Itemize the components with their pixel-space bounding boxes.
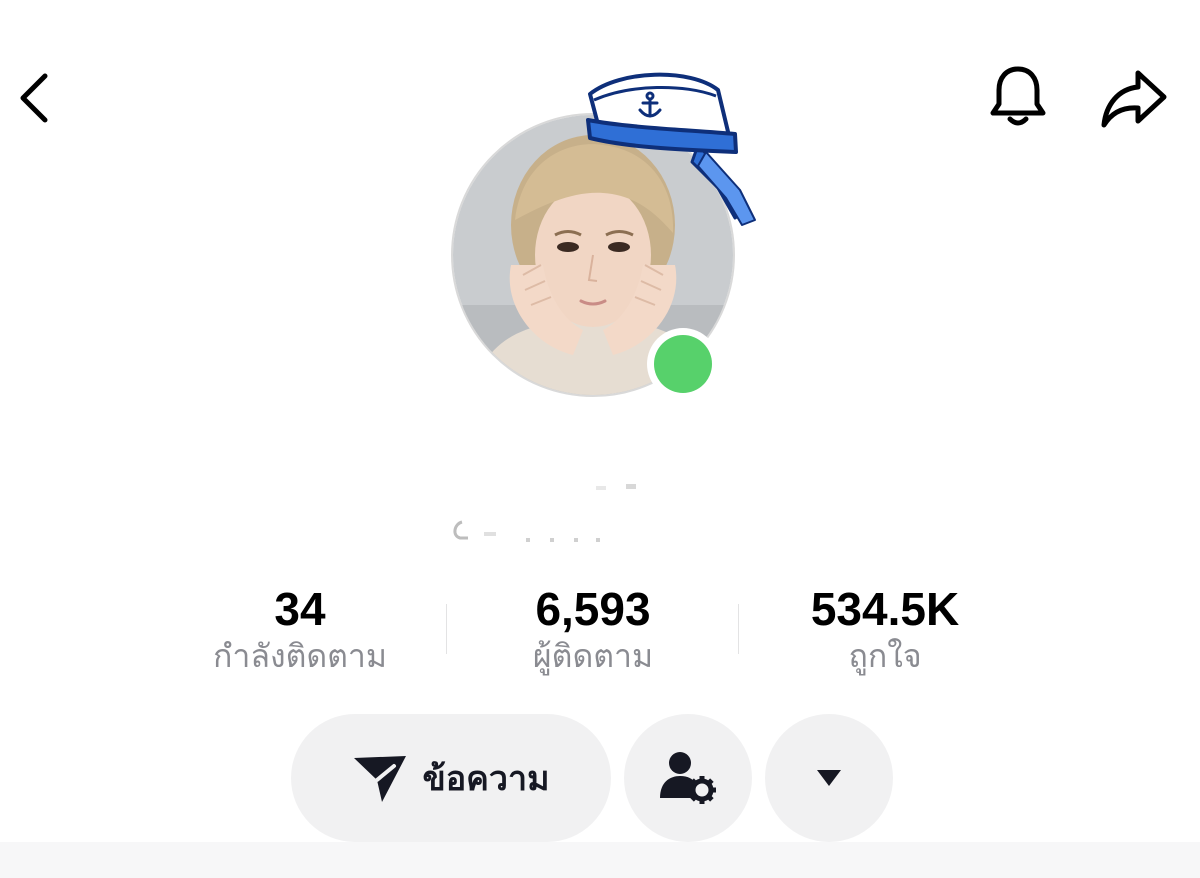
- stat-divider: [738, 604, 739, 654]
- online-status-dot: [654, 335, 712, 393]
- share-button[interactable]: [1096, 66, 1172, 132]
- content-tabs-area: [0, 842, 1200, 878]
- message-button-label: ข้อความ: [422, 759, 550, 799]
- stat-likes[interactable]: 534.5K ถูกใจ: [770, 582, 1000, 676]
- message-button[interactable]: ข้อความ: [291, 714, 611, 842]
- online-status-indicator: [647, 328, 719, 400]
- followers-count: 6,593: [535, 583, 651, 635]
- stat-divider: [446, 604, 447, 654]
- paper-plane-icon: [354, 756, 407, 802]
- profile-screen: 34 กำลังติดตาม 6,593 ผู้ติดตาม 534.5K ถู…: [0, 0, 1200, 878]
- following-count: 34: [274, 583, 326, 635]
- bell-icon: [990, 66, 1046, 126]
- sailor-hat-decoration: [586, 72, 756, 226]
- notifications-button[interactable]: [984, 62, 1052, 132]
- followers-label: ผู้ติดตาม: [532, 637, 654, 675]
- display-name-obscured: [596, 484, 636, 490]
- profile-stats: 34 กำลังติดตาม 6,593 ผู้ติดตาม 534.5K ถู…: [150, 582, 1050, 682]
- share-arrow-icon: [1101, 70, 1167, 128]
- chevron-left-icon: [20, 73, 48, 123]
- user-gear-icon: [660, 752, 716, 804]
- friend-settings-button[interactable]: [624, 714, 752, 842]
- back-button[interactable]: [10, 66, 58, 130]
- following-label: กำลังติดตาม: [213, 637, 387, 675]
- username-obscured: [453, 520, 600, 542]
- likes-count: 534.5K: [810, 583, 960, 635]
- caret-down-icon: [817, 770, 841, 786]
- stat-followers[interactable]: 6,593 ผู้ติดตาม: [488, 582, 698, 676]
- stat-following[interactable]: 34 กำลังติดตาม: [180, 582, 420, 676]
- likes-label: ถูกใจ: [848, 637, 922, 675]
- more-options-button[interactable]: [765, 714, 893, 842]
